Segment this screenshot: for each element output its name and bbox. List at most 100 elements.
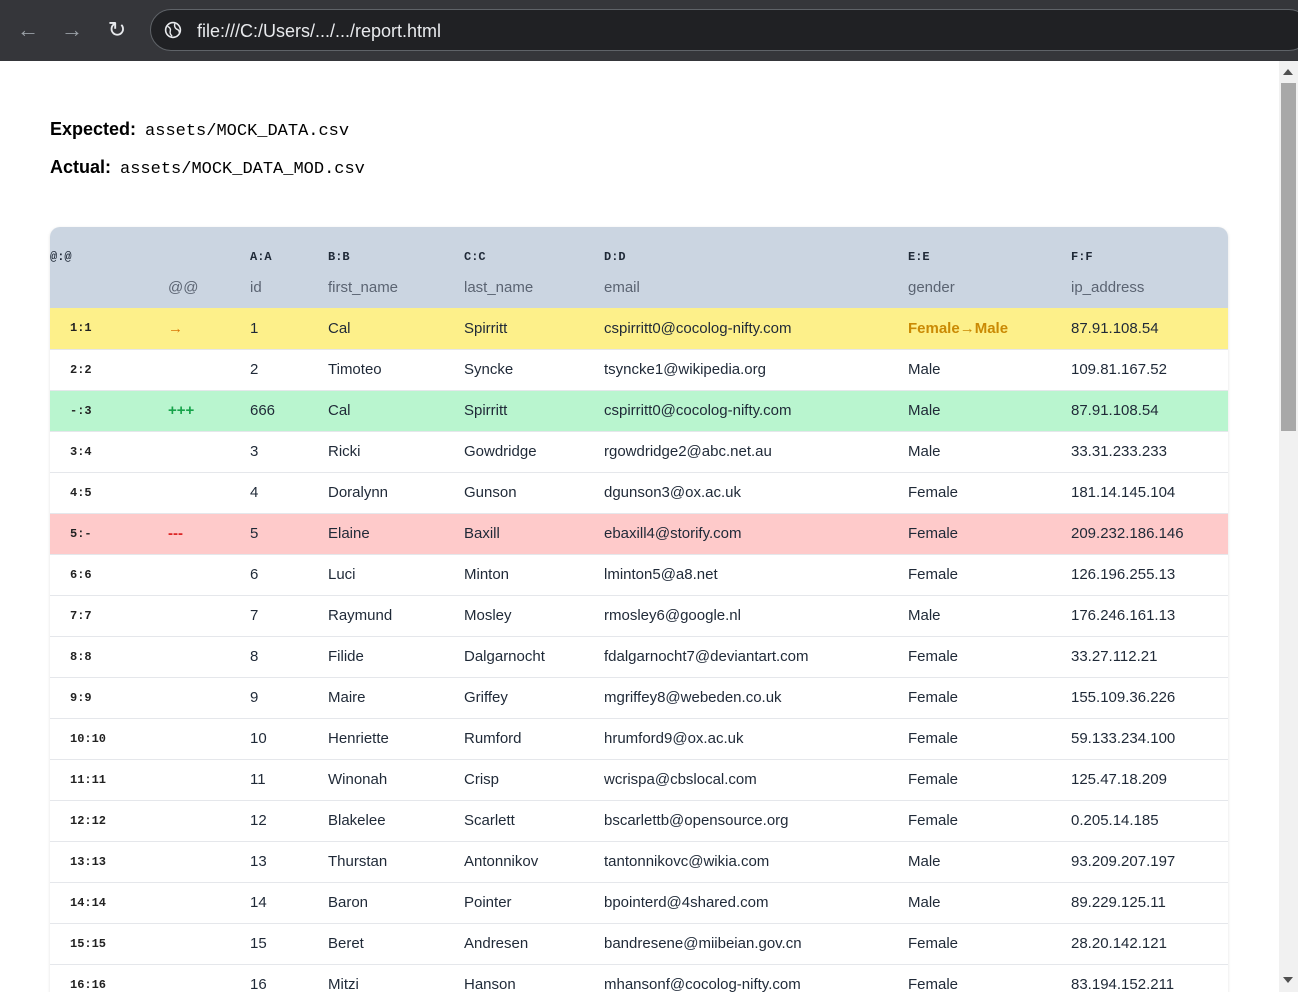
cell-last-name: Spirritt [464,308,604,350]
row-key: 12:12 [50,800,168,842]
forward-arrow-icon[interactable]: → [58,16,86,44]
column-ref: C:C [464,227,604,266]
row-key: 7:7 [50,595,168,637]
table-row: 11:11 11 Winonah Crisp wcrispa@cbslocal.com F… [50,759,1228,801]
cell-gender: Female [908,472,1071,514]
cell-last-name: Antonnikov [464,841,604,883]
cell-id: 11 [250,759,328,801]
cell-ip-address: 0.205.14.185 [1071,800,1228,842]
column-header: ip_address [1071,266,1228,308]
column-header: @@ [168,266,250,308]
row-key: 1:1 [50,308,168,350]
cell-gender: Male [908,841,1071,883]
cell-first-name: Baron [328,882,464,924]
cell-last-name: Gunson [464,472,604,514]
cell-first-name: Henriette [328,718,464,760]
cell-last-name: Baxill [464,513,604,555]
column-header: first_name [328,266,464,308]
row-key: 11:11 [50,759,168,801]
cell-id: 6 [250,554,328,596]
column-ref: B:B [328,227,464,266]
cell-id: 2 [250,349,328,391]
cell-ip-address: 59.133.234.100 [1071,718,1228,760]
change-marker [168,431,250,473]
address-bar[interactable]: file:///C:/Users/.../.../report.html [150,9,1298,51]
cell-first-name: Luci [328,554,464,596]
cell-email: cspirritt0@cocolog-nifty.com [604,390,908,432]
cell-id: 14 [250,882,328,924]
cell-email: rgowdridge2@abc.net.au [604,431,908,473]
column-ref: D:D [604,227,908,266]
table-row: 8:8 8 Filide Dalgarnocht fdalgarnocht7@devia… [50,636,1228,678]
cell-id: 15 [250,923,328,965]
cell-email: wcrispa@cbslocal.com [604,759,908,801]
cell-email: ebaxill4@storify.com [604,513,908,555]
vertical-scrollbar[interactable] [1279,61,1298,992]
cell-gender: Female [908,800,1071,842]
cell-gender: Female [908,923,1071,965]
expected-file-line: Expected: assets/MOCK_DATA.csv [50,119,349,141]
cell-ip-address: 155.109.36.226 [1071,677,1228,719]
diff-table-container: @:@ A:A B:B C:C D:D E:E F:F @@ id first_… [50,227,1228,992]
cell-last-name: Andresen [464,923,604,965]
table-row: 14:14 14 Baron Pointer bpointerd@4shared.com… [50,882,1228,924]
cell-first-name: Filide [328,636,464,678]
table-row: 15:15 15 Beret Andresen bandresene@miibeian.… [50,923,1228,965]
cell-gender: Female [908,964,1071,992]
back-arrow-icon[interactable]: ← [14,16,42,44]
scroll-down-arrow-icon[interactable] [1283,977,1293,983]
change-marker [168,718,250,760]
column-header: email [604,266,908,308]
table-row: 16:16 16 Mitzi Hanson mhansonf@cocolog-nifty… [50,964,1228,992]
change-marker [168,800,250,842]
table-row: 3:4 3 Ricki Gowdridge rgowdridge2@abc.net.au… [50,431,1228,473]
column-ref [168,227,250,266]
cell-first-name: Maire [328,677,464,719]
cell-last-name: Syncke [464,349,604,391]
cell-last-name: Pointer [464,882,604,924]
cell-email: tsyncke1@wikipedia.org [604,349,908,391]
cell-gender: Male [908,595,1071,637]
cell-gender: Female→Male [908,308,1071,350]
table-row: 13:13 13 Thurstan Antonnikov tantonnikovc@wi… [50,841,1228,883]
cell-last-name: Griffey [464,677,604,719]
cell-first-name: Raymund [328,595,464,637]
cell-email: bscarlettb@opensource.org [604,800,908,842]
cell-email: mhansonf@cocolog-nifty.com [604,964,908,992]
scroll-up-arrow-icon[interactable] [1283,69,1293,75]
cell-gender: Female [908,636,1071,678]
cell-gender: Male [908,390,1071,432]
cell-email: rmosley6@google.nl [604,595,908,637]
row-key: 8:8 [50,636,168,678]
cell-ip-address: 126.196.255.13 [1071,554,1228,596]
scrollbar-thumb[interactable] [1281,83,1296,431]
row-key: 13:13 [50,841,168,883]
cell-first-name: Cal [328,308,464,350]
table-row: 1:1 → 1 Cal Spirritt cspirritt0@cocolog-nifty… [50,308,1228,350]
reload-icon[interactable]: ↻ [103,16,131,44]
cell-first-name: Elaine [328,513,464,555]
cell-email: fdalgarnocht7@deviantart.com [604,636,908,678]
change-marker: --- [168,513,250,555]
column-ref: E:E [908,227,1071,266]
cell-id: 5 [250,513,328,555]
table-row: 6:6 6 Luci Minton lminton5@a8.net Female 126.1… [50,554,1228,596]
row-key: 4:5 [50,472,168,514]
cell-id: 3 [250,431,328,473]
expected-label: Expected: [50,119,137,139]
change-marker [168,964,250,992]
globe-icon [164,21,182,39]
cell-gender: Female [908,513,1071,555]
actual-path: assets/MOCK_DATA_MOD.csv [120,160,365,179]
cell-id: 1 [250,308,328,350]
change-marker [168,759,250,801]
cell-gender: Female [908,759,1071,801]
table-row: 12:12 12 Blakelee Scarlett bscarlettb@openso… [50,800,1228,842]
column-ref: @:@ [50,227,168,266]
cell-ip-address: 176.246.161.13 [1071,595,1228,637]
cell-last-name: Hanson [464,964,604,992]
change-marker [168,923,250,965]
cell-email: tantonnikovc@wikia.com [604,841,908,883]
cell-last-name: Mosley [464,595,604,637]
row-key: 10:10 [50,718,168,760]
